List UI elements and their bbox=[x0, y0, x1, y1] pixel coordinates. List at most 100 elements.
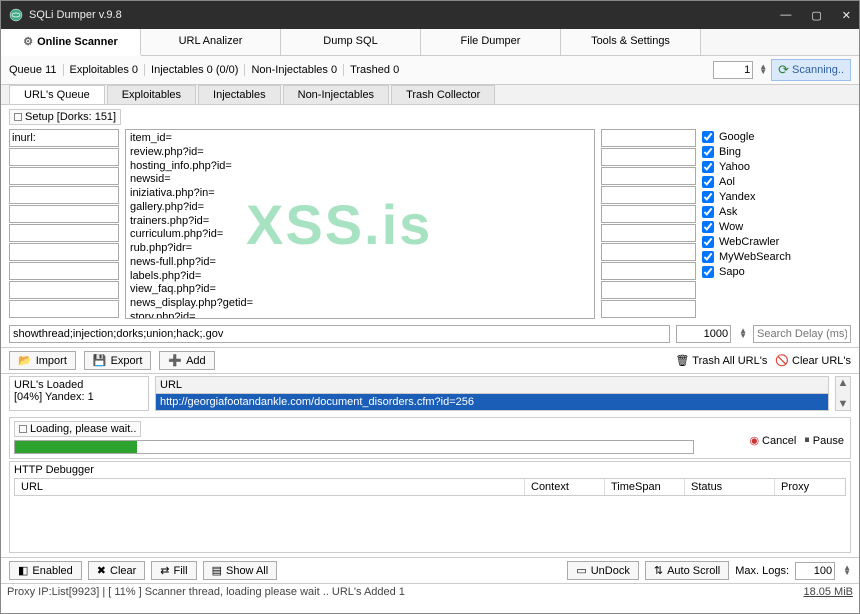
undock-button[interactable]: ▭UnDock bbox=[567, 561, 639, 580]
inurl-input-6[interactable] bbox=[9, 243, 119, 261]
extra-input-6[interactable] bbox=[601, 243, 696, 261]
engine-wow-check[interactable] bbox=[702, 221, 714, 233]
inurl-input-9[interactable] bbox=[9, 300, 119, 318]
tab-url-analizer[interactable]: URL Analizer bbox=[141, 29, 281, 55]
subtab-exploitables[interactable]: Exploitables bbox=[107, 85, 196, 104]
engine-yahoo-check[interactable] bbox=[702, 161, 714, 173]
dork-line[interactable]: curriculum.php?id= bbox=[130, 228, 590, 242]
inurl-input-3[interactable] bbox=[9, 186, 119, 204]
engine-bing[interactable]: Bing bbox=[702, 146, 791, 158]
maximize-button[interactable]: ▢ bbox=[811, 9, 821, 22]
inurl-input-7[interactable] bbox=[9, 262, 119, 280]
engine-mywebsearch-check[interactable] bbox=[702, 251, 714, 263]
minimize-button[interactable]: — bbox=[780, 9, 791, 22]
engine-bing-check[interactable] bbox=[702, 146, 714, 158]
dork-line[interactable]: labels.php?id= bbox=[130, 270, 590, 284]
dork-line[interactable]: story.php?id= bbox=[130, 311, 590, 319]
col-url[interactable]: URL bbox=[15, 479, 525, 495]
dork-list[interactable]: XSS.is item_id=review.php?id=hosting_inf… bbox=[125, 129, 595, 319]
dork-line[interactable]: view_faq.php?id= bbox=[130, 283, 590, 297]
dork-line[interactable]: hosting_info.php?id= bbox=[130, 160, 590, 174]
threads-input[interactable] bbox=[713, 61, 753, 79]
engine-ask-check[interactable] bbox=[702, 206, 714, 218]
engine-webcrawler-check[interactable] bbox=[702, 236, 714, 248]
subtab-noninjectables[interactable]: Non-Injectables bbox=[283, 85, 389, 104]
extra-input-1[interactable] bbox=[601, 148, 696, 166]
inurl-input-2[interactable] bbox=[9, 167, 119, 185]
engine-sapo[interactable]: Sapo bbox=[702, 266, 791, 278]
extra-input-4[interactable] bbox=[601, 205, 696, 223]
dork-line[interactable]: review.php?id= bbox=[130, 146, 590, 160]
tab-dump-sql[interactable]: Dump SQL bbox=[281, 29, 421, 55]
results-spinner[interactable]: ▲▼ bbox=[739, 329, 747, 339]
plus-icon: ➕ bbox=[168, 354, 182, 367]
add-button[interactable]: ➕Add bbox=[159, 351, 214, 370]
clear-urls-button[interactable]: 🚫Clear URL's bbox=[775, 354, 851, 367]
url-table-row[interactable]: http://georgiafootandankle.com/document_… bbox=[156, 394, 828, 410]
inurl-input-5[interactable] bbox=[9, 224, 119, 242]
col-status[interactable]: Status bbox=[685, 479, 775, 495]
setup-group-label[interactable]: Setup [Dorks: 151] bbox=[9, 109, 121, 125]
maxlogs-spinner[interactable]: ▲▼ bbox=[843, 566, 851, 576]
import-button[interactable]: 📂Import bbox=[9, 351, 76, 370]
subtab-urls-queue[interactable]: URL's Queue bbox=[9, 85, 105, 104]
subtab-injectables[interactable]: Injectables bbox=[198, 85, 281, 104]
col-proxy[interactable]: Proxy bbox=[775, 479, 845, 495]
dork-line[interactable]: iniziativa.php?in= bbox=[130, 187, 590, 201]
extra-input-8[interactable] bbox=[601, 281, 696, 299]
clear-button[interactable]: ✖Clear bbox=[88, 561, 146, 580]
extra-input-9[interactable] bbox=[601, 300, 696, 318]
dork-line[interactable]: news_display.php?getid= bbox=[130, 297, 590, 311]
close-button[interactable]: ✕ bbox=[842, 9, 851, 22]
inurl-input-8[interactable] bbox=[9, 281, 119, 299]
engine-ask[interactable]: Ask bbox=[702, 206, 791, 218]
engine-webcrawler[interactable]: WebCrawler bbox=[702, 236, 791, 248]
pause-button[interactable]: ⏸Pause bbox=[804, 434, 844, 447]
scanning-button[interactable]: ⟳Scanning.. bbox=[771, 59, 851, 81]
engine-yahoo[interactable]: Yahoo bbox=[702, 161, 791, 173]
results-count-input[interactable] bbox=[676, 325, 731, 343]
enabled-button[interactable]: ◧Enabled bbox=[9, 561, 82, 580]
fill-button[interactable]: ⇄Fill bbox=[151, 561, 196, 580]
engine-wow[interactable]: Wow bbox=[702, 221, 791, 233]
dork-line[interactable]: trainers.php?id= bbox=[130, 215, 590, 229]
threads-spinner[interactable]: ▲▼ bbox=[759, 65, 767, 75]
extra-input-2[interactable] bbox=[601, 167, 696, 185]
export-button[interactable]: 💾Export bbox=[84, 351, 152, 370]
engine-google[interactable]: Google bbox=[702, 131, 791, 143]
inurl-input-0[interactable] bbox=[9, 129, 119, 147]
tab-file-dumper[interactable]: File Dumper bbox=[421, 29, 561, 55]
trash-all-button[interactable]: 🗑Trash All URL's bbox=[675, 354, 767, 367]
extra-input-3[interactable] bbox=[601, 186, 696, 204]
dork-line[interactable]: gallery.php?id= bbox=[130, 201, 590, 215]
engine-mywebsearch[interactable]: MyWebSearch bbox=[702, 251, 791, 263]
search-delay-input[interactable] bbox=[753, 325, 851, 343]
engine-yandex[interactable]: Yandex bbox=[702, 191, 791, 203]
extra-input-0[interactable] bbox=[601, 129, 696, 147]
inurl-input-4[interactable] bbox=[9, 205, 119, 223]
showall-button[interactable]: ▤Show All bbox=[203, 561, 278, 580]
engine-yandex-check[interactable] bbox=[702, 191, 714, 203]
tab-tools-settings[interactable]: Tools & Settings bbox=[561, 29, 701, 55]
dork-line[interactable]: item_id= bbox=[130, 132, 590, 146]
filter-input[interactable] bbox=[9, 325, 670, 343]
dork-line[interactable]: rub.php?idr= bbox=[130, 242, 590, 256]
autoscroll-button[interactable]: ⇅Auto Scroll bbox=[645, 561, 729, 580]
extra-input-7[interactable] bbox=[601, 262, 696, 280]
url-table-header[interactable]: URL bbox=[156, 377, 828, 394]
engine-aol[interactable]: Aol bbox=[702, 176, 791, 188]
inurl-input-1[interactable] bbox=[9, 148, 119, 166]
cancel-button[interactable]: ◉Cancel bbox=[749, 434, 796, 447]
col-timespan[interactable]: TimeSpan bbox=[605, 479, 685, 495]
url-scrollbar[interactable]: ▲▼ bbox=[835, 376, 851, 411]
engine-sapo-check[interactable] bbox=[702, 266, 714, 278]
engine-google-check[interactable] bbox=[702, 131, 714, 143]
subtab-trash[interactable]: Trash Collector bbox=[391, 85, 495, 104]
col-context[interactable]: Context bbox=[525, 479, 605, 495]
dork-line[interactable]: news-full.php?id= bbox=[130, 256, 590, 270]
dork-line[interactable]: newsid= bbox=[130, 173, 590, 187]
maxlogs-input[interactable] bbox=[795, 562, 835, 580]
engine-aol-check[interactable] bbox=[702, 176, 714, 188]
extra-input-5[interactable] bbox=[601, 224, 696, 242]
tab-online-scanner[interactable]: ⚙Online Scanner bbox=[1, 29, 141, 56]
